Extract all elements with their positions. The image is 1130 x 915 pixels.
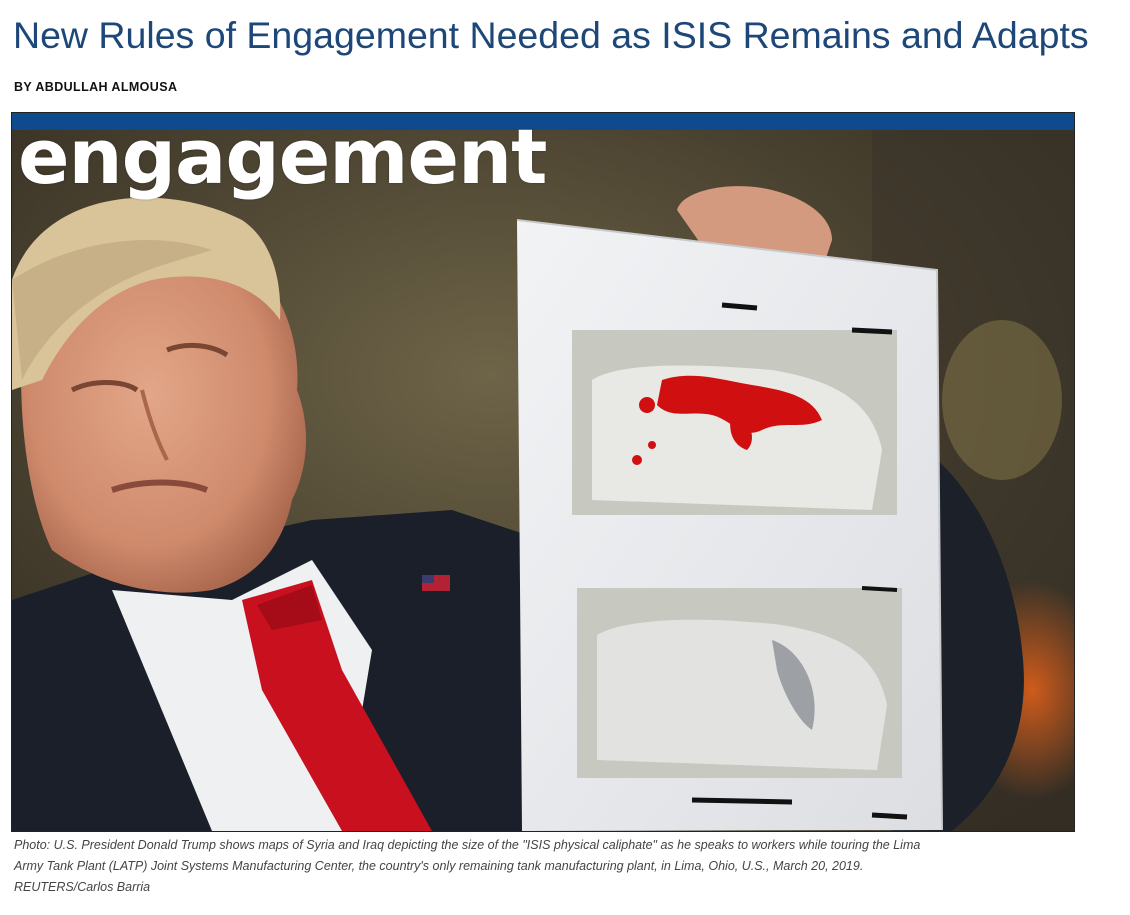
article-photo-figure: engagement — [11, 112, 1075, 832]
photo-caption: Photo: U.S. President Donald Trump shows… — [14, 835, 1104, 898]
article-title: New Rules of Engagement Needed as ISIS R… — [13, 14, 1089, 56]
photo-overlay-word: engagement — [18, 112, 547, 201]
caption-line-1: Photo: U.S. President Donald Trump shows… — [14, 838, 921, 852]
caption-credit: REUTERS/Carlos Barria — [14, 880, 151, 894]
caption-line-2: Army Tank Plant (LATP) Joint Systems Man… — [14, 859, 864, 873]
article-photo — [12, 130, 1074, 831]
author-byline: BY ABDULLAH ALMOUSA — [14, 80, 178, 94]
